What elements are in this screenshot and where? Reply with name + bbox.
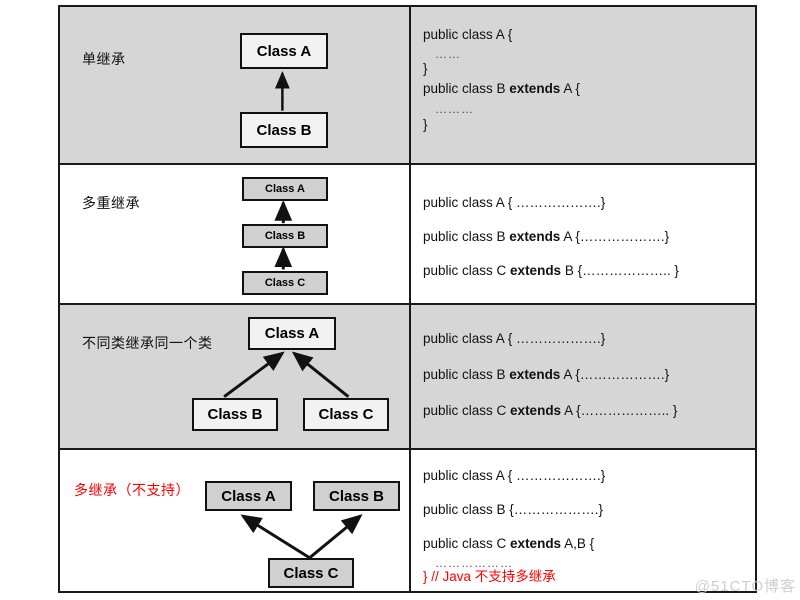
row2-class-b-box: Class B — [242, 224, 328, 248]
row2-code-line-2-pre: public class B — [423, 229, 510, 244]
watermark: @51CTO博客 — [694, 578, 796, 595]
row3-code-cell: public class A { ……………….} public class B… — [411, 305, 755, 448]
row4-code-line-3-pre: public class C — [423, 536, 511, 551]
row3-diagram-cell: 不同类继承同一个类 Class A Class B Class C — [60, 305, 411, 448]
row1-caption: 单继承 — [82, 51, 126, 67]
row4-arrows — [240, 514, 363, 560]
row2-arrows — [274, 200, 293, 270]
inheritance-table: 单继承 Class A Class B public class A { …… — [58, 5, 757, 593]
row3-code-line-3: public class C extends A {……………….. } — [423, 403, 677, 419]
row4-class-b-box: Class B — [313, 481, 400, 511]
row4-code-line-3-post: A,B { — [561, 536, 595, 551]
table-row-multilevel-inheritance: 多重继承 Class A Class B Class C public clas… — [60, 165, 755, 305]
row1-code-line-4-keyword: extends — [509, 81, 561, 96]
row1-class-b-box: Class B — [240, 112, 328, 148]
row4-code-line-3-keyword: extends — [510, 536, 562, 551]
row1-diagram-cell: 单继承 Class A Class B — [60, 7, 411, 163]
row3-code-line-2-pre: public class B — [423, 367, 510, 382]
row3-code-line-3-post: A {……………….. } — [561, 403, 678, 418]
row1-code-line-3: } — [423, 61, 428, 76]
table-row-shared-superclass: 不同类继承同一个类 Class A Class B Class C public… — [60, 305, 755, 450]
row3-code-line-2: public class B extends A {……………….} — [423, 367, 669, 383]
diagram-root: 单继承 Class A Class B public class A { …… — [0, 0, 800, 600]
row3-code-line-1: public class A { ……………….} — [423, 331, 606, 346]
row1-code-line-4-pre: public class B — [423, 81, 510, 96]
row1-code-cell: public class A { …… } public class B ext… — [411, 7, 755, 163]
row2-class-c-box: Class C — [242, 271, 328, 295]
row2-code-line-3-post: B {……………….. } — [561, 263, 679, 278]
row4-caption: 多继承（不支持） — [74, 482, 190, 498]
row1-class-a-box: Class A — [240, 33, 328, 69]
row3-class-c-box: Class C — [303, 398, 389, 431]
row3-class-a-box: Class A — [248, 317, 336, 350]
row2-code-cell: public class A { ……………….} public class B… — [411, 165, 755, 303]
row4-code-line-3: public class C extends A,B { — [423, 536, 594, 552]
row3-code-line-2-keyword: extends — [509, 367, 561, 382]
row1-code-line-4-post: A { — [560, 81, 580, 96]
row2-caption: 多重继承 — [82, 195, 140, 211]
row4-code-line-5: } // Java 不支持多继承 — [423, 569, 556, 584]
table-row-single-inheritance: 单继承 Class A Class B public class A { …… — [60, 7, 755, 165]
row4-diagram-cell: 多继承（不支持） Class A Class B Class C — [60, 450, 411, 591]
row2-code-line-2: public class B extends A {……………….} — [423, 229, 669, 245]
row2-code-line-3: public class C extends B {……………….. } — [423, 263, 679, 279]
row4-code-cell: public class A { ……………….} public class B… — [411, 450, 755, 591]
row1-code-line-1: public class A { — [423, 27, 513, 42]
row4-code-line-2: public class B {……………….} — [423, 502, 604, 517]
row2-code-line-1: public class A { ……………….} — [423, 195, 606, 210]
row3-code-line-3-pre: public class C — [423, 403, 511, 418]
row2-diagram-cell: 多重继承 Class A Class B Class C — [60, 165, 411, 303]
row3-caption: 不同类继承同一个类 — [82, 335, 213, 351]
row2-code-line-3-keyword: extends — [510, 263, 562, 278]
row4-class-c-box: Class C — [268, 558, 354, 588]
row1-code-line-2: …… — [435, 47, 461, 61]
row3-class-b-box: Class B — [192, 398, 278, 431]
row3-code-line-2-post: A {……………….} — [560, 367, 670, 382]
row1-code-line-5: ……… — [435, 102, 474, 116]
row1-code-line-4: public class B extends A { — [423, 81, 580, 97]
row2-code-line-2-keyword: extends — [509, 229, 561, 244]
row2-class-a-box: Class A — [242, 177, 328, 201]
row1-code-line-6: } — [423, 117, 428, 132]
row1-arrows — [274, 71, 290, 111]
row4-code-line-1: public class A { ……………….} — [423, 468, 606, 483]
table-row-multiple-inheritance: 多继承（不支持） Class A Class B Class C public … — [60, 450, 755, 591]
row4-class-a-box: Class A — [205, 481, 292, 511]
row3-code-line-3-keyword: extends — [510, 403, 562, 418]
row2-code-line-2-post: A {……………….} — [560, 229, 670, 244]
row2-code-line-3-pre: public class C — [423, 263, 511, 278]
